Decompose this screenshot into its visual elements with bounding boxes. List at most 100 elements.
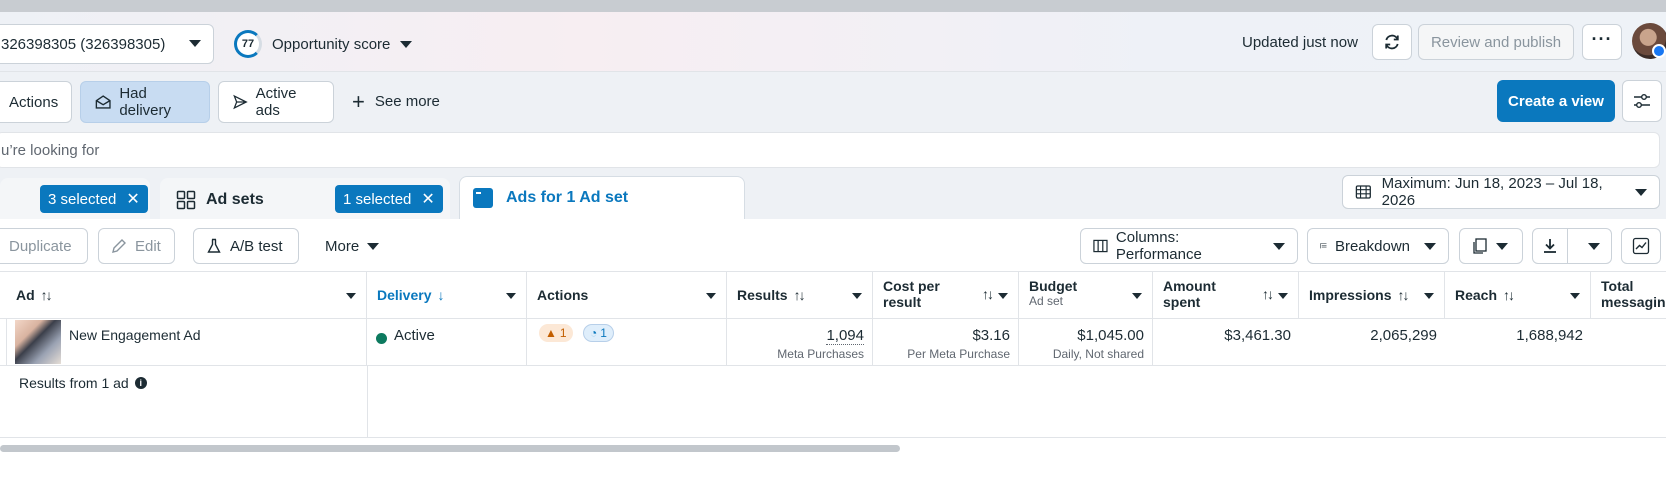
account-selector[interactable]: 326398305 (326398305) bbox=[0, 24, 214, 64]
export-options-button[interactable] bbox=[1576, 229, 1611, 263]
column-header-delivery[interactable]: Delivery ↓ bbox=[367, 271, 527, 319]
campaigns-selected-badge[interactable]: 3 selected ✕ bbox=[40, 185, 148, 213]
duplicate-button[interactable]: Duplicate bbox=[0, 228, 88, 264]
chevron-down-icon[interactable] bbox=[1570, 293, 1580, 299]
ab-test-button[interactable]: A/B test bbox=[193, 228, 299, 264]
reports-icon bbox=[1473, 238, 1487, 254]
columns-icon bbox=[1093, 239, 1108, 253]
filter-chip-active-ads[interactable]: Active ads bbox=[218, 81, 334, 123]
facebook-badge-icon bbox=[1652, 44, 1666, 58]
selected-count: 3 selected bbox=[48, 190, 117, 208]
chevron-down-icon[interactable] bbox=[852, 293, 862, 299]
duplicate-label: Duplicate bbox=[9, 237, 72, 255]
sort-descending-icon[interactable]: ↓ bbox=[437, 287, 444, 303]
sort-icon[interactable]: ↑↓ bbox=[1262, 286, 1274, 302]
charts-button[interactable] bbox=[1621, 228, 1661, 264]
chevron-down-icon bbox=[1635, 188, 1647, 196]
horizontal-scrollbar[interactable] bbox=[0, 445, 900, 452]
chevron-down-icon bbox=[189, 40, 201, 47]
column-header-total-messaging[interactable]: Total messaging bbox=[1591, 271, 1666, 319]
chevron-down-icon[interactable] bbox=[1424, 293, 1434, 299]
column-header-impressions[interactable]: Impressions ↑↓ bbox=[1299, 271, 1445, 319]
ad-window-icon bbox=[473, 188, 493, 208]
chevron-down-icon bbox=[1587, 242, 1600, 250]
ads-table: Ad ↑↓ Delivery ↓ Actions Results ↑↓ Cost… bbox=[0, 271, 1666, 441]
score-value: 77 bbox=[241, 38, 255, 50]
header-label: Reach bbox=[1455, 287, 1498, 303]
ad-name[interactable]: New Engagement Ad bbox=[69, 327, 201, 343]
warning-icon: ▲ bbox=[545, 326, 557, 340]
amount-value: $3,461.30 bbox=[1224, 327, 1291, 344]
tab-label-text: Ad sets bbox=[206, 191, 264, 208]
filter-chip-actions[interactable]: Actions bbox=[0, 81, 72, 123]
adsets-selected-badge[interactable]: 1 selected ✕ bbox=[335, 185, 443, 213]
score-label: Opportunity score bbox=[272, 35, 391, 53]
column-header-amount-spent[interactable]: Amount spent ↑↓ bbox=[1153, 271, 1299, 319]
cell-ad-name[interactable]: New Engagement Ad bbox=[7, 319, 367, 366]
pencil-icon bbox=[112, 239, 126, 253]
column-header-ad[interactable]: Ad ↑↓ bbox=[0, 271, 367, 319]
review-and-publish-button[interactable]: Review and publish bbox=[1418, 24, 1574, 60]
header-label: Budget bbox=[1029, 278, 1078, 294]
trend-chart-icon bbox=[1632, 237, 1650, 255]
results-value[interactable]: 1,094 bbox=[826, 327, 864, 345]
info-icon[interactable]: i bbox=[134, 377, 147, 389]
sort-icon[interactable]: ↑↓ bbox=[982, 286, 994, 302]
chevron-down-icon[interactable] bbox=[706, 293, 716, 299]
export-button[interactable] bbox=[1533, 229, 1569, 263]
reach-value: 1,688,942 bbox=[1516, 327, 1583, 344]
opportunity-badge[interactable]: ◔ 1 bbox=[583, 324, 614, 342]
cell-reach: 1,688,942 bbox=[1445, 319, 1591, 366]
opportunity-count: 1 bbox=[600, 326, 607, 340]
chevron-down-icon[interactable] bbox=[998, 293, 1008, 299]
header-sublabel: Ad set bbox=[1029, 294, 1064, 308]
reports-button[interactable] bbox=[1459, 228, 1523, 264]
chip-label: Actions bbox=[9, 93, 59, 111]
opportunity-score[interactable]: 77 Opportunity score bbox=[234, 30, 413, 58]
tab-ad-sets-label: Ad sets bbox=[176, 190, 264, 210]
sort-icon[interactable]: ↑↓ bbox=[41, 287, 53, 303]
row-select-cell[interactable] bbox=[0, 319, 7, 366]
cost-type: Per Meta Purchase bbox=[907, 347, 1010, 361]
chevron-down-icon[interactable] bbox=[1278, 293, 1288, 299]
chevron-down-icon[interactable] bbox=[346, 293, 356, 299]
chevron-down-icon bbox=[1273, 242, 1285, 250]
sliders-icon bbox=[1634, 94, 1650, 108]
filter-bar: Actions Had delivery Active ads + See mo… bbox=[0, 72, 1666, 132]
more-button[interactable]: More bbox=[312, 228, 390, 264]
search-input[interactable]: u’re looking for bbox=[0, 132, 1660, 168]
breakdown-button[interactable]: Breakdown bbox=[1307, 228, 1449, 264]
column-header-reach[interactable]: Reach ↑↓ bbox=[1445, 271, 1591, 319]
header-label: Actions bbox=[537, 287, 589, 303]
warning-badge[interactable]: ▲ 1 bbox=[539, 324, 573, 342]
view-settings-button[interactable] bbox=[1622, 80, 1662, 122]
cell-results: 1,094 Meta Purchases bbox=[727, 319, 873, 366]
chevron-down-icon[interactable] bbox=[1132, 293, 1142, 299]
close-icon[interactable]: ✕ bbox=[126, 189, 139, 209]
column-header-actions[interactable]: Actions bbox=[527, 271, 727, 319]
refresh-button[interactable] bbox=[1372, 24, 1412, 60]
filter-chip-had-delivery[interactable]: Had delivery bbox=[80, 81, 210, 123]
column-header-cost-per-result[interactable]: Cost per result ↑↓ bbox=[873, 271, 1019, 319]
column-header-results[interactable]: Results ↑↓ bbox=[727, 271, 873, 319]
create-view-button[interactable]: Create a view bbox=[1497, 80, 1615, 122]
chevron-down-icon[interactable] bbox=[506, 293, 516, 299]
more-options-button[interactable]: ··· bbox=[1582, 24, 1622, 60]
sort-icon[interactable]: ↑↓ bbox=[794, 287, 806, 303]
cell-delivery: Active bbox=[367, 319, 527, 366]
more-label: More bbox=[325, 237, 360, 255]
updated-status: Updated just now bbox=[1242, 34, 1358, 51]
date-range-selector[interactable]: Maximum: Jun 18, 2023 – Jul 18, 2026 bbox=[1342, 175, 1660, 209]
score-ring-icon: 77 bbox=[234, 30, 262, 58]
sort-icon[interactable]: ↑↓ bbox=[1503, 287, 1515, 303]
header-label: Ad bbox=[16, 287, 35, 303]
columns-button[interactable]: Columns: Performance bbox=[1080, 228, 1298, 264]
see-more-button[interactable]: + See more bbox=[352, 90, 440, 112]
column-header-budget[interactable]: Budget Ad set bbox=[1019, 271, 1153, 319]
close-icon[interactable]: ✕ bbox=[421, 189, 434, 209]
search-placeholder: u’re looking for bbox=[1, 141, 100, 159]
edit-button[interactable]: Edit bbox=[98, 228, 175, 264]
tab-ads[interactable]: Ads for 1 Ad set bbox=[459, 176, 745, 222]
sort-icon[interactable]: ↑↓ bbox=[1397, 287, 1409, 303]
header-label-line2: messaging bbox=[1601, 294, 1666, 310]
